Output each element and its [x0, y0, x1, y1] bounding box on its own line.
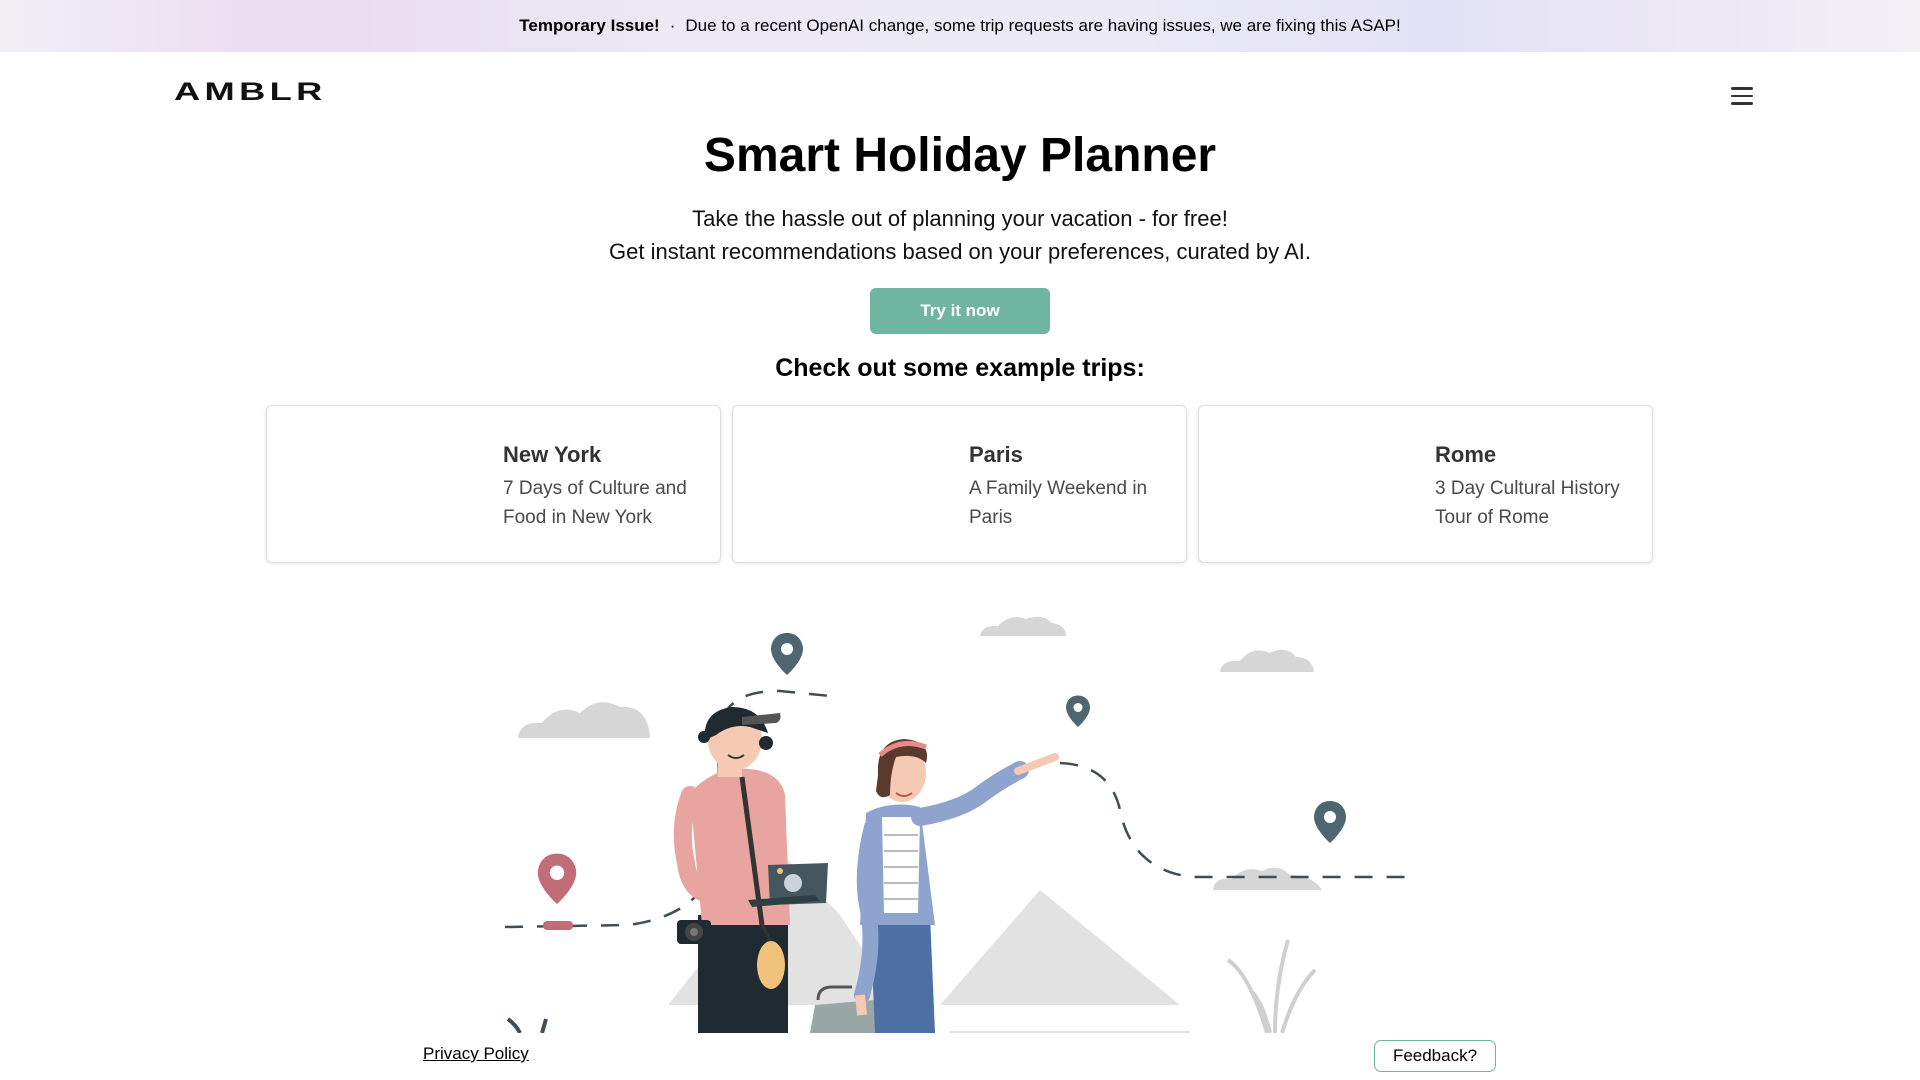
try-it-now-button[interactable]: Try it now	[870, 288, 1050, 334]
pin-marker-dash	[543, 921, 573, 930]
map-pin-icon	[1314, 801, 1346, 843]
subtitle-line-1: Take the hassle out of planning your vac…	[692, 206, 1228, 231]
trip-city: Rome	[1435, 442, 1497, 467]
map-pin-icon	[1066, 695, 1090, 727]
plant-shape	[1226, 939, 1317, 1033]
map-pin-icon	[771, 633, 803, 675]
plant-shape	[506, 1017, 548, 1033]
banner-label: Temporary Issue!	[519, 16, 660, 35]
menu-bar	[1731, 102, 1753, 105]
feedback-button[interactable]: Feedback?	[1374, 1040, 1496, 1072]
cloud-icon	[980, 616, 1066, 636]
hamburger-menu-icon[interactable]	[1728, 82, 1756, 106]
map-pin-icon	[537, 853, 577, 904]
trip-city: New York	[503, 442, 602, 467]
trip-city: Paris	[969, 442, 1023, 467]
banner-separator: ·	[669, 16, 676, 35]
trip-card-new-york[interactable]: New York 7 Days of Culture and Food in N…	[266, 405, 721, 563]
amblr-logo[interactable]: AMBLR	[174, 78, 327, 107]
travelers-illustration	[504, 616, 1410, 1033]
cloud-icon	[518, 702, 650, 738]
trip-description: 3 Day Cultural History Tour of Rome	[1435, 478, 1620, 528]
announcement-banner: Temporary Issue! · Due to a recent OpenA…	[0, 0, 1920, 52]
example-trips-heading: Check out some example trips:	[775, 354, 1145, 382]
trip-description: 7 Days of Culture and Food in New York	[503, 478, 687, 528]
cloud-icon	[1220, 649, 1314, 672]
privacy-policy-link[interactable]: Privacy Policy	[423, 1044, 529, 1064]
trip-card-paris[interactable]: Paris A Family Weekend in Paris	[732, 405, 1187, 563]
menu-bar	[1731, 87, 1753, 90]
page-title: Smart Holiday Planner	[703, 129, 1217, 182]
cloud-icon	[1213, 867, 1322, 890]
camera-icon	[677, 920, 711, 944]
menu-bar	[1731, 94, 1753, 97]
dashed-route	[1059, 761, 1410, 879]
banner-message: Due to a recent OpenAI change, some trip…	[685, 16, 1401, 35]
subtitle-line-2: Get instant recommendations based on you…	[609, 239, 1311, 264]
trip-description: A Family Weekend in Paris	[969, 478, 1148, 528]
trip-card-rome[interactable]: Rome 3 Day Cultural History Tour of Rome	[1198, 405, 1653, 563]
